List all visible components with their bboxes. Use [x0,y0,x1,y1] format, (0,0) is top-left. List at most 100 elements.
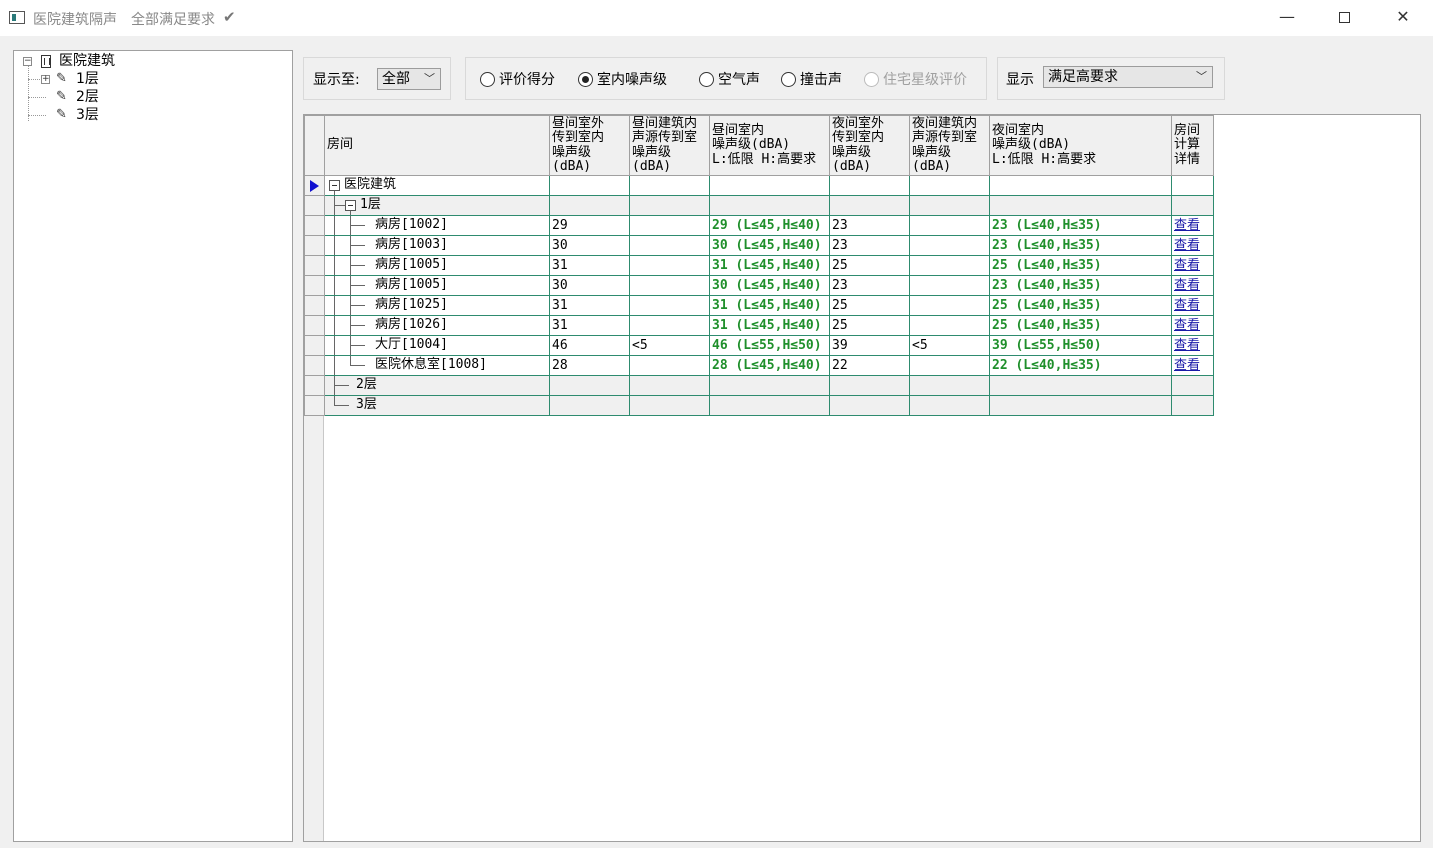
tree-floor-2[interactable]: 2层 [76,88,99,106]
table-row[interactable]: 医院休息室[1008] 28 28 (L≤45,H≤40) 22 22 (L≤40,H≤… [304,355,1214,376]
view-detail-link[interactable]: 查看 [1174,298,1200,313]
row-header[interactable] [304,375,325,396]
radio-circle [480,72,495,87]
table-row[interactable]: 大厅[1004] 46 <5 46 (L≤55,H≤50) 39 <5 39 (L≤55,H… [304,335,1214,356]
row-header[interactable] [304,275,325,296]
col-header-day-indoor[interactable]: 昼间室内 噪声级(dBA) L:低限 H:高要求 [709,115,830,176]
expand-icon[interactable]: + [41,75,50,84]
floor-label: 3层 [356,397,377,412]
night-outdoor-cell: 22 [829,355,910,376]
noise-grid[interactable]: 房间 昼间室外 传到室内 噪声级(dBA) 昼间建筑内 声源传到室 噪声级(dB… [303,114,1421,842]
collapse-icon[interactable] [345,200,356,211]
col-header-night-outdoor[interactable]: 夜间室外 传到室内 噪声级(dBA) [829,115,910,176]
floor-1-cell[interactable]: 1层 [324,195,550,216]
tree-floor-3[interactable]: 3层 [76,106,99,124]
view-detail-link[interactable]: 查看 [1174,218,1200,233]
check-icon: ✔ [223,8,236,26]
day-indoor-cell: 28 (L≤45,H≤40) [709,355,830,376]
tree-root-label[interactable]: 医院建筑 [59,52,115,70]
tree-connector [334,405,349,406]
view-detail-link[interactable]: 查看 [1174,318,1200,333]
table-row[interactable]: 病房[1005] 30 30 (L≤45,H≤40) 23 23 (L≤40,H≤35)… [304,275,1214,296]
radio-circle-selected [578,72,593,87]
col-header-night-indoor[interactable]: 夜间室内 噪声级(dBA) L:低限 H:高要求 [989,115,1172,176]
room-name: 病房[1005] [375,277,448,292]
row-header[interactable] [304,315,325,336]
room-cell[interactable]: 病房[1003] [324,235,550,256]
collapse-icon[interactable] [329,180,340,191]
night-outdoor-cell: 25 [829,295,910,316]
collapse-icon[interactable]: − [23,57,32,66]
display-to-select[interactable]: 全部 ﹀ [377,68,441,90]
night-indoor-cell: 23 (L≤40,H≤35) [989,275,1172,296]
building-tree[interactable]: − 医院建筑 + ✎ 1层 ✎ 2层 ✎ 3层 [13,50,293,842]
table-row[interactable]: 病房[1026] 31 31 (L≤45,H≤40) 25 25 (L≤40,H≤35)… [304,315,1214,336]
floor-2-cell[interactable]: 2层 [324,375,550,396]
maximize-button[interactable] [1321,0,1367,36]
room-cell[interactable]: 病房[1005] [324,275,550,296]
row-header[interactable] [304,175,325,196]
row-header[interactable] [304,235,325,256]
table-row-root[interactable]: 医院建筑 [304,175,1214,196]
row-header[interactable] [304,255,325,276]
col-header-day-outdoor[interactable]: 昼间室外 传到室内 噪声级(dBA) [549,115,630,176]
tree-connector [334,216,335,235]
room-cell[interactable]: 病房[1005] [324,255,550,276]
tree-connector [350,345,365,346]
floor-label: 1层 [360,197,381,212]
row-header[interactable] [304,295,325,316]
day-outdoor-cell: 31 [549,255,630,276]
room-cell[interactable]: 病房[1026] [324,315,550,336]
room-cell[interactable]: 大厅[1004] [324,335,550,356]
room-cell[interactable]: 病房[1025] [324,295,550,316]
row-header[interactable] [304,395,325,416]
table-row[interactable]: 病房[1025] 31 31 (L≤45,H≤40) 25 25 (L≤40,H≤35)… [304,295,1214,316]
col-header-day-building-source[interactable]: 昼间建筑内 声源传到室 噪声级(dBA) [629,115,710,176]
root-cell[interactable]: 医院建筑 [324,175,550,196]
close-button[interactable]: ✕ [1380,0,1426,36]
view-detail-link[interactable]: 查看 [1174,258,1200,273]
day-building-source-cell [629,215,710,236]
night-outdoor-cell: 25 [829,255,910,276]
minimize-button[interactable]: — [1264,0,1310,36]
view-detail-link[interactable]: 查看 [1174,338,1200,353]
table-row[interactable]: 病房[1005] 31 31 (L≤45,H≤40) 25 25 (L≤40,H≤35)… [304,255,1214,276]
col-header-detail[interactable]: 房间 计算 详情 [1171,115,1214,176]
tree-connector [334,296,335,315]
col-header-room[interactable]: 房间 [324,115,550,176]
view-detail-link[interactable]: 查看 [1174,278,1200,293]
room-cell[interactable]: 医院休息室[1008] [324,355,550,376]
table-row[interactable]: 病房[1003] 30 30 (L≤45,H≤40) 23 23 (L≤40,H≤35)… [304,235,1214,256]
table-row[interactable]: 病房[1002] 29 29 (L≤45,H≤40) 23 23 (L≤40,H≤35)… [304,215,1214,236]
detail-cell: 查看 [1171,355,1214,376]
night-indoor-cell: 22 (L≤40,H≤35) [989,355,1172,376]
chevron-down-icon: ﹀ [424,72,435,85]
view-detail-link[interactable]: 查看 [1174,358,1200,373]
room-name: 病房[1003] [375,237,448,252]
show-filter-select[interactable]: 满足高要求 ﹀ [1043,66,1213,88]
day-indoor-cell: 30 (L≤45,H≤40) [709,235,830,256]
col-header-night-building-source[interactable]: 夜间建筑内 声源传到室 噪声级(dBA) [909,115,990,176]
day-building-source-cell [629,255,710,276]
room-cell[interactable]: 病房[1002] [324,215,550,236]
row-header[interactable] [304,195,325,216]
day-outdoor-cell: 31 [549,315,630,336]
row-header[interactable] [304,215,325,236]
row-header[interactable] [304,335,325,356]
day-indoor-cell: 46 (L≤55,H≤50) [709,335,830,356]
day-indoor-cell: 31 (L≤45,H≤40) [709,315,830,336]
table-row-floor-3[interactable]: 3层 [304,395,1214,416]
detail-cell: 查看 [1171,315,1214,336]
tree-connector [28,65,29,121]
row-header[interactable] [304,355,325,376]
night-indoor-cell: 23 (L≤40,H≤35) [989,235,1172,256]
table-row-floor-2[interactable]: 2层 [304,375,1214,396]
table-row-floor-1[interactable]: 1层 [304,195,1214,216]
floor-3-cell[interactable]: 3层 [324,395,550,416]
tree-connector [350,356,351,365]
view-detail-link[interactable]: 查看 [1174,238,1200,253]
status-text: 全部满足要求 [131,12,215,28]
view-mode-group: 评价得分 室内噪声级 空气声 撞击声 住宅星级评价 [465,57,987,100]
day-building-source-cell: <5 [629,335,710,356]
tree-floor-1[interactable]: 1层 [76,70,99,88]
